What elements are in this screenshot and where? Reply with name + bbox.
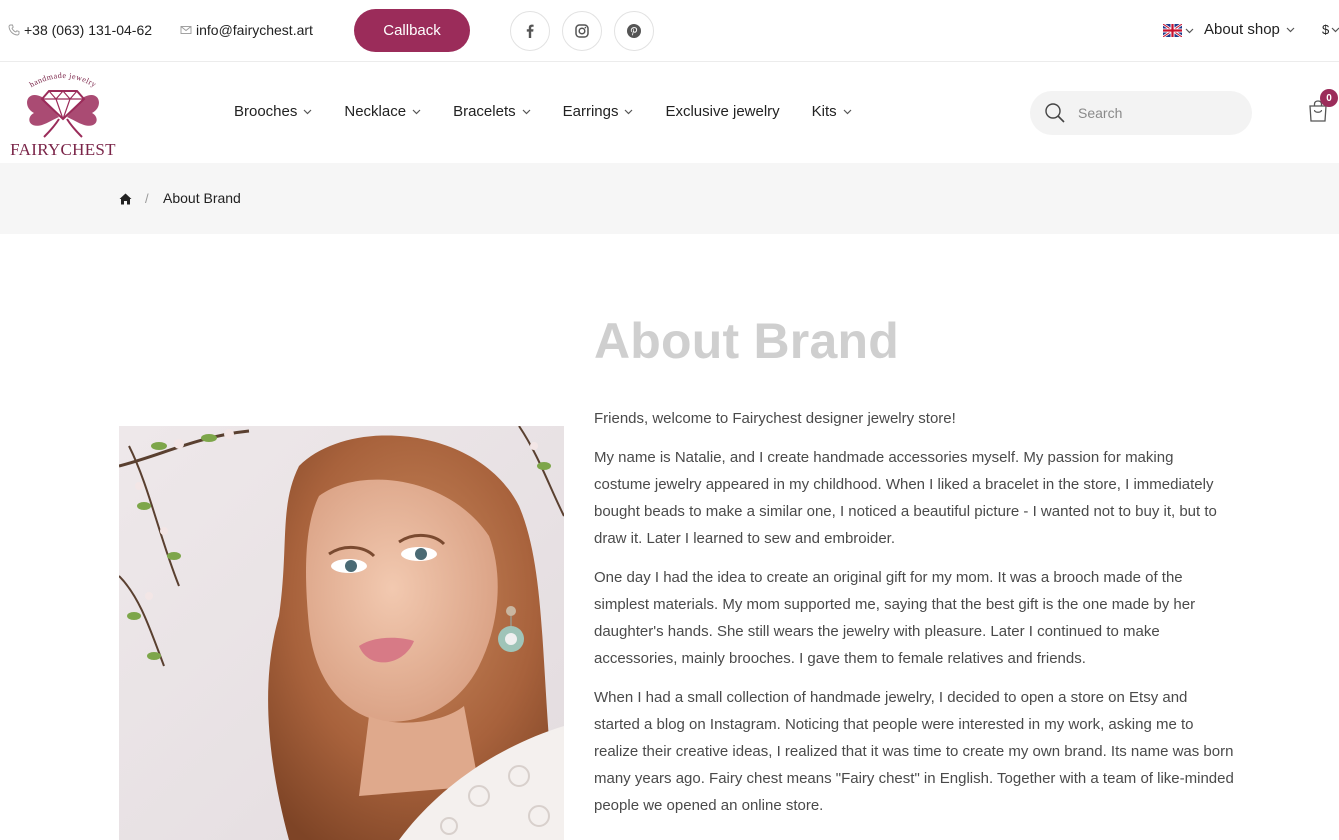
breadcrumb-current: About Brand — [163, 190, 241, 206]
nav-item-label: Brooches — [234, 103, 298, 120]
model-portrait-image — [119, 426, 564, 840]
about-shop-menu[interactable]: About shop — [1204, 21, 1295, 38]
nav-item-bracelets[interactable]: Bracelets — [453, 103, 531, 120]
paragraph: My name is Natalie, and I create handmad… — [594, 449, 1217, 547]
chevron-down-icon — [1286, 27, 1295, 32]
main-nav: Brooches Necklace Bracelets Earrings Exc… — [234, 103, 884, 120]
fairychest-logo[interactable]: handmade jewelry FAIRYCHEST — [4, 67, 122, 161]
nav-item-label: Earrings — [562, 103, 619, 120]
email-address: info@fairychest.art — [196, 22, 313, 38]
callback-button[interactable]: Callback — [354, 9, 470, 52]
nav-item-brooches[interactable]: Brooches — [234, 103, 312, 120]
chevron-down-icon — [412, 109, 421, 114]
cart-count-badge: 0 — [1320, 89, 1338, 107]
page-title: About Brand — [594, 313, 899, 369]
top-bar: +38 (063) 131-04-62 info@fairychest.art … — [0, 0, 1339, 62]
about-shop-label: About shop — [1204, 21, 1280, 38]
currency-label: $ — [1322, 22, 1330, 37]
main-header: handmade jewelry FAIRYCHEST Brooches Nec… — [0, 63, 1339, 163]
pinterest-link[interactable] — [614, 11, 654, 51]
nav-item-necklace[interactable]: Necklace — [344, 103, 421, 120]
search-input[interactable] — [1078, 101, 1238, 125]
email-contact[interactable]: info@fairychest.art — [180, 22, 313, 38]
chevron-down-icon — [522, 109, 531, 114]
instagram-link[interactable] — [562, 11, 602, 51]
nav-item-label: Necklace — [344, 103, 407, 120]
search-icon[interactable] — [1044, 102, 1066, 124]
search-box — [1030, 91, 1252, 135]
breadcrumb: / About Brand — [0, 163, 1339, 234]
phone-icon — [8, 24, 20, 36]
nav-item-label: Bracelets — [453, 103, 516, 120]
logo-wordmark: FAIRYCHEST — [10, 140, 116, 159]
pinterest-icon — [627, 24, 641, 38]
chevron-down-icon — [625, 109, 633, 114]
chevron-down-icon — [1185, 28, 1194, 33]
about-text: Friends, welcome to Fairychest designer … — [594, 405, 1234, 831]
language-selector[interactable] — [1163, 24, 1194, 37]
uk-flag-icon — [1163, 24, 1182, 37]
envelope-icon — [180, 26, 192, 34]
facebook-icon — [526, 24, 534, 38]
instagram-icon — [575, 24, 589, 38]
phone-contact[interactable]: +38 (063) 131-04-62 — [8, 22, 152, 38]
chevron-down-icon — [303, 109, 312, 114]
paragraph: One day I had the idea to create an orig… — [594, 569, 1196, 667]
chevron-down-icon — [843, 109, 852, 114]
breadcrumb-separator: / — [145, 191, 149, 206]
nav-item-label: Kits — [811, 103, 837, 120]
nav-item-exclusive-jewelry[interactable]: Exclusive jewelry — [665, 103, 779, 120]
home-icon[interactable] — [119, 193, 132, 205]
nav-item-kits[interactable]: Kits — [812, 103, 852, 120]
phone-number: +38 (063) 131-04-62 — [24, 22, 153, 38]
nav-item-label: Exclusive jewelry — [665, 103, 780, 120]
paragraph: Friends, welcome to Fairychest designer … — [594, 410, 956, 427]
facebook-link[interactable] — [510, 11, 550, 51]
chevron-down-icon — [1331, 27, 1339, 32]
nav-item-earrings[interactable]: Earrings — [563, 103, 634, 120]
currency-selector[interactable]: $ — [1322, 22, 1339, 37]
paragraph: When I had a small collection of handmad… — [594, 689, 1234, 814]
svg-text:handmade jewelry: handmade jewelry — [28, 71, 98, 89]
